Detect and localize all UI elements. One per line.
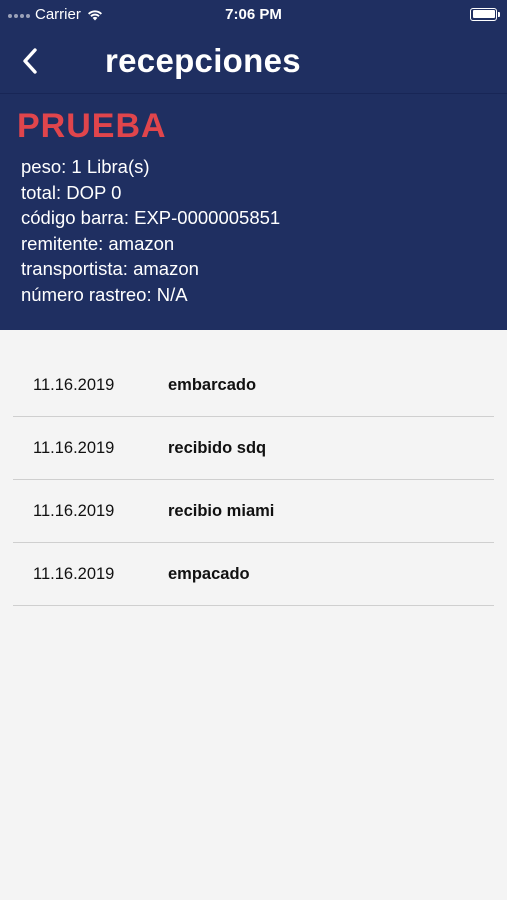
item-status: embarcado xyxy=(168,375,257,394)
package-info: PRUEBA peso: 1 Libra(s) total: DOP 0 cód… xyxy=(0,94,507,330)
weight-line: peso: 1 Libra(s) xyxy=(21,156,150,177)
item-status: empacado xyxy=(168,564,250,583)
back-button[interactable] xyxy=(0,28,60,94)
item-date: 11.16.2019 xyxy=(33,501,115,520)
item-date: 11.16.2019 xyxy=(33,564,115,583)
list-item[interactable]: 11.16.2019 recibido sdq xyxy=(13,417,494,480)
status-left: Carrier xyxy=(8,6,104,23)
tracking-number-line: número rastreo: N/A xyxy=(21,283,188,305)
list-item[interactable]: 11.16.2019 recibio miami xyxy=(13,480,494,543)
carrier-line: transportista: amazon xyxy=(21,258,199,279)
total-line: total: DOP 0 xyxy=(21,181,122,203)
status-bar: Carrier 7:06 PM xyxy=(0,0,507,28)
list-item[interactable]: 11.16.2019 embarcado xyxy=(13,354,494,417)
screen: Carrier 7:06 PM recepciones PRUEBA peso:… xyxy=(0,0,507,900)
package-title: PRUEBA xyxy=(17,107,167,145)
item-date: 11.16.2019 xyxy=(33,375,115,394)
tracking-list: 11.16.2019 embarcado 11.16.2019 recibido… xyxy=(0,354,507,606)
carrier-label: Carrier xyxy=(35,5,81,23)
battery-icon xyxy=(470,7,500,21)
barcode-line: código barra: EXP-0000005851 xyxy=(21,207,281,228)
item-status: recibio miami xyxy=(168,501,275,520)
list-item[interactable]: 11.16.2019 empacado xyxy=(13,543,494,606)
item-status: recibido sdq xyxy=(168,438,267,457)
page-title: recepciones xyxy=(105,42,301,79)
signal-icon xyxy=(8,13,30,18)
chevron-left-icon xyxy=(23,47,37,74)
sender-line: remitente: amazon xyxy=(21,232,175,254)
item-date: 11.16.2019 xyxy=(33,438,115,457)
wifi-icon xyxy=(87,9,102,20)
header-area: Carrier 7:06 PM recepciones PRUEBA peso:… xyxy=(0,0,507,330)
nav-bar: recepciones xyxy=(0,28,507,94)
